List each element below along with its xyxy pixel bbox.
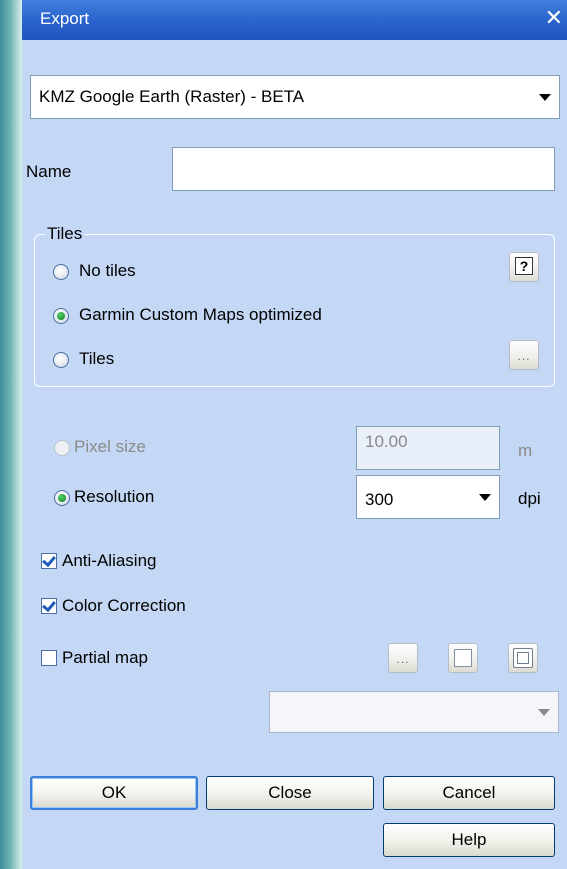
pixel-size-input[interactable]: 10.00 <box>356 426 500 470</box>
title-bar[interactable]: Export ✕ <box>22 0 567 40</box>
radio-no-tiles[interactable] <box>53 264 69 280</box>
format-select[interactable]: KMZ Google Earth (Raster) - BETA <box>30 75 560 119</box>
resolution-unit: dpi <box>518 489 541 508</box>
radio-tiles[interactable] <box>53 352 69 368</box>
tiles-group: Tiles No tiles Garmin Custom Maps optimi… <box>34 224 555 387</box>
chevron-down-icon[interactable] <box>539 94 551 101</box>
frame-icon <box>513 648 533 668</box>
resolution-value: 300 <box>365 490 394 509</box>
pixel-size-unit: m <box>518 441 533 460</box>
help-icon: ? <box>515 257 533 275</box>
resolution-select[interactable]: 300 <box>356 475 500 519</box>
square-icon <box>454 649 472 667</box>
checkmark-icon <box>42 597 56 613</box>
help-button[interactable]: Help <box>383 823 555 857</box>
close-icon[interactable]: ✕ <box>545 7 563 29</box>
radio-tiles-label: Tiles <box>79 349 115 368</box>
chevron-down-icon[interactable] <box>479 494 491 501</box>
color-correction-label: Color Correction <box>62 596 186 615</box>
ellipsis-icon: ... <box>517 349 531 363</box>
close-button[interactable]: Close <box>206 776 374 810</box>
radio-no-tiles-label: No tiles <box>79 261 136 280</box>
anti-aliasing-checkbox[interactable] <box>41 552 57 569</box>
format-select-value: KMZ Google Earth (Raster) - BETA <box>39 87 305 106</box>
partial-map-frame-button[interactable] <box>508 643 538 673</box>
partial-map-options-button[interactable]: ... <box>388 643 418 673</box>
radio-garmin-label: Garmin Custom Maps optimized <box>79 305 322 324</box>
ellipsis-icon: ... <box>396 652 410 666</box>
chevron-down-icon[interactable] <box>538 709 550 716</box>
anti-aliasing-label: Anti-Aliasing <box>62 551 157 570</box>
partial-map-label: Partial map <box>62 648 148 667</box>
pixel-size-label: Pixel size <box>74 437 146 456</box>
tiles-options-button[interactable]: ... <box>509 340 539 370</box>
cancel-button[interactable]: Cancel <box>383 776 555 810</box>
radio-garmin-custom-maps[interactable] <box>53 308 69 324</box>
dialog-title: Export <box>40 9 90 28</box>
checkmark-icon <box>42 552 56 568</box>
resolution-label: Resolution <box>74 487 155 506</box>
partial-map-checkbox[interactable] <box>41 650 57 666</box>
tiles-help-button[interactable]: ? <box>509 252 539 282</box>
export-dialog: Export ✕ KMZ Google Earth (Raster) - BET… <box>22 0 567 869</box>
radio-pixel-size[interactable] <box>54 440 70 456</box>
tiles-group-legend: Tiles <box>45 224 85 244</box>
ok-button[interactable]: OK <box>30 776 198 810</box>
partial-map-square-button[interactable] <box>448 643 478 673</box>
color-correction-checkbox[interactable] <box>41 597 57 614</box>
pixel-size-value: 10.00 <box>365 432 408 451</box>
radio-resolution[interactable] <box>54 490 70 506</box>
name-input[interactable] <box>172 147 555 191</box>
name-label: Name <box>26 162 72 181</box>
partial-map-select[interactable] <box>269 691 559 733</box>
